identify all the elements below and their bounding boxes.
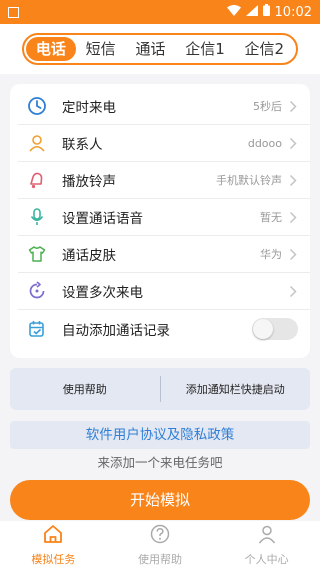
start-simulation-button[interactable]: 开始模拟 — [10, 480, 310, 520]
add-notification-shortcut-button[interactable]: 添加通知栏快捷启动 — [161, 381, 311, 397]
wifi-icon — [226, 4, 241, 20]
row-repeat-call[interactable]: 设置多次来电 — [18, 273, 310, 310]
usage-help-button[interactable]: 使用帮助 — [10, 381, 160, 397]
chevron-right-icon — [282, 174, 304, 187]
chevron-right-icon — [282, 211, 304, 224]
row-value: ddooo — [247, 136, 282, 150]
row-call-skin[interactable]: 通话皮肤 华为 — [18, 236, 310, 273]
home-icon — [42, 523, 64, 549]
row-value: 5秒后 — [253, 100, 282, 113]
row-scheduled-call[interactable]: 定时来电 5秒后 — [18, 88, 310, 125]
row-auto-call-log: 自动添加通话记录 — [18, 310, 310, 347]
row-value: 暂无 — [260, 211, 282, 224]
row-ringtone[interactable]: 播放铃声 手机默认铃声 — [18, 162, 310, 199]
row-label: 播放铃声 — [62, 174, 116, 190]
bell-icon — [26, 169, 48, 191]
tab-enterprise-2[interactable]: 企信2 — [235, 37, 294, 61]
battery-icon — [262, 4, 270, 20]
contact-icon — [26, 132, 48, 154]
nav-simulation-tasks[interactable]: 模拟任务 — [0, 521, 107, 569]
row-label: 设置多次来电 — [62, 285, 143, 301]
settings-card: 定时来电 5秒后 联系人 ddooo 播放铃声 手机默认铃声 设置通话语音 暂无… — [10, 84, 310, 358]
chevron-right-icon — [282, 248, 304, 261]
chevron-right-icon — [282, 285, 304, 298]
row-label: 设置通话语音 — [62, 211, 143, 227]
signal-icon — [245, 4, 258, 20]
privacy-policy-link[interactable]: 软件用户协议及隐私政策 — [10, 421, 310, 449]
row-label: 定时来电 — [62, 100, 116, 116]
row-value: 手机默认铃声 — [216, 174, 282, 187]
row-contact[interactable]: 联系人 ddooo — [18, 125, 310, 162]
tab-phone[interactable]: 电话 — [26, 37, 76, 61]
header: 电话 短信 通话 企信1 企信2 — [0, 24, 320, 74]
repeat-icon — [26, 280, 48, 302]
call-type-tabs: 电话 短信 通话 企信1 企信2 — [22, 33, 298, 65]
nav-label: 模拟任务 — [31, 553, 76, 566]
status-time: 10:02 — [274, 4, 312, 20]
tab-sms[interactable]: 短信 — [76, 37, 126, 61]
auto-call-log-toggle[interactable] — [252, 317, 298, 340]
nav-usage-help[interactable]: 使用帮助 — [107, 521, 214, 569]
chevron-right-icon — [282, 100, 304, 113]
empty-hint: 来添加一个来电任务吧 — [97, 455, 223, 470]
nav-personal-center[interactable]: 个人中心 — [213, 521, 320, 569]
row-value: 华为 — [260, 248, 282, 261]
tab-call[interactable]: 通话 — [126, 37, 176, 61]
microphone-icon — [26, 206, 48, 228]
row-label: 联系人 — [62, 137, 103, 153]
tab-enterprise-1[interactable]: 企信1 — [175, 37, 234, 61]
row-label: 自动添加通话记录 — [62, 322, 170, 339]
clock-icon — [26, 95, 48, 117]
toggle-knob — [253, 318, 273, 339]
bottom-nav: 模拟任务 使用帮助 个人中心 — [0, 521, 320, 569]
help-bar: 使用帮助 添加通知栏快捷启动 — [10, 368, 310, 410]
status-bar: 10:02 — [0, 0, 320, 24]
chevron-right-icon — [282, 137, 304, 150]
row-label: 通话皮肤 — [62, 248, 116, 264]
nav-label: 使用帮助 — [138, 553, 182, 566]
shirt-icon — [26, 243, 48, 265]
user-icon — [256, 523, 278, 549]
notification-icon — [8, 6, 19, 18]
help-icon — [149, 523, 171, 549]
calendar-icon — [26, 318, 48, 340]
nav-label: 个人中心 — [244, 553, 289, 566]
row-call-voice[interactable]: 设置通话语音 暂无 — [18, 199, 310, 236]
